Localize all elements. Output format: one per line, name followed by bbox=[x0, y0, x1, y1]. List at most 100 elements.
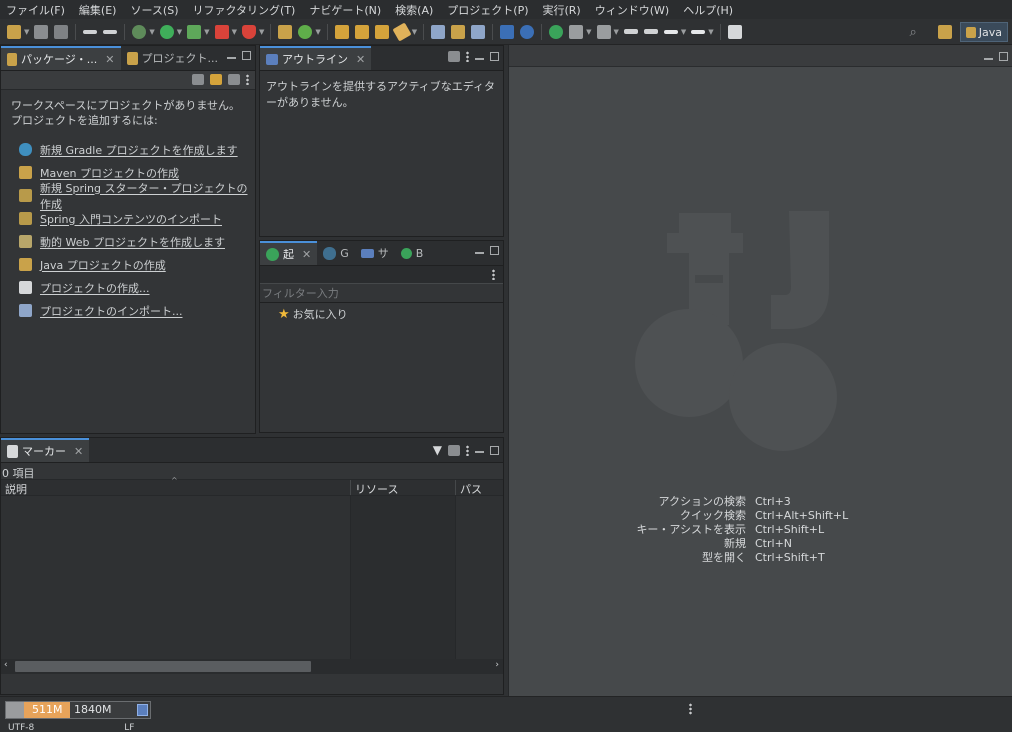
minimize-icon[interactable] bbox=[475, 251, 484, 254]
open-folder-icon[interactable] bbox=[354, 24, 369, 39]
filter-input[interactable]: フィルター入力 bbox=[260, 284, 503, 303]
chevron-down-icon[interactable]: ▼ bbox=[681, 28, 686, 36]
maximize-icon[interactable] bbox=[490, 246, 499, 255]
close-icon[interactable]: ✕ bbox=[74, 445, 83, 458]
chevron-down-icon[interactable]: ▼ bbox=[315, 28, 320, 36]
undo-icon[interactable] bbox=[83, 29, 98, 34]
chevron-down-icon[interactable]: ▼ bbox=[708, 28, 713, 36]
status-handle-icon[interactable] bbox=[689, 703, 692, 715]
open-resource-icon[interactable] bbox=[374, 24, 389, 39]
tab-gradle[interactable]: G bbox=[317, 241, 355, 265]
view-menu-icon[interactable] bbox=[466, 51, 469, 62]
search-file-icon[interactable] bbox=[451, 24, 466, 39]
maximize-icon[interactable] bbox=[490, 52, 499, 61]
open-type-icon[interactable] bbox=[334, 24, 349, 39]
close-icon[interactable]: ✕ bbox=[302, 248, 311, 261]
open-perspective-icon[interactable] bbox=[937, 25, 952, 39]
minimize-icon[interactable] bbox=[475, 451, 484, 453]
link-new-dynamic-web[interactable]: 動的 Web プロジェクトを作成します bbox=[19, 230, 255, 253]
scroll-right-icon[interactable]: › bbox=[495, 660, 499, 670]
new-wizard-icon[interactable] bbox=[7, 24, 21, 39]
menu-source[interactable]: ソース(S) bbox=[123, 2, 185, 18]
pencil-icon[interactable] bbox=[392, 21, 412, 42]
tab-boot[interactable]: B bbox=[395, 241, 430, 265]
view-menu-icon[interactable] bbox=[466, 444, 469, 456]
arrow-right-icon[interactable] bbox=[691, 29, 706, 34]
save-icon[interactable] bbox=[34, 24, 49, 39]
minimize-icon[interactable] bbox=[475, 57, 484, 60]
redo-icon[interactable] bbox=[103, 29, 118, 34]
save-all-icon[interactable] bbox=[54, 24, 69, 39]
chevron-down-icon[interactable]: ▼ bbox=[614, 28, 619, 36]
tab-boot-dashboard[interactable]: 起 ✕ bbox=[260, 241, 318, 265]
task-icon[interactable] bbox=[431, 24, 446, 39]
new-class-icon[interactable] bbox=[298, 24, 313, 39]
menu-navigate[interactable]: ナビゲート(N) bbox=[302, 2, 388, 18]
horizontal-scrollbar[interactable]: ‹ › bbox=[1, 659, 503, 674]
column-resource[interactable]: リソース bbox=[351, 480, 456, 496]
scrollbar-thumb[interactable] bbox=[15, 661, 311, 672]
run-external-icon[interactable] bbox=[187, 24, 202, 39]
arrow-left-icon[interactable] bbox=[663, 29, 678, 34]
menu-edit[interactable]: 編集(E) bbox=[72, 2, 124, 18]
stop-icon[interactable] bbox=[214, 24, 229, 39]
chevron-down-icon[interactable]: ▼ bbox=[232, 28, 237, 36]
chevron-down-icon[interactable]: ▼ bbox=[24, 28, 29, 36]
debug-icon[interactable] bbox=[132, 24, 147, 39]
console-icon[interactable] bbox=[500, 24, 515, 39]
link-import-project[interactable]: プロジェクトのインポート... bbox=[19, 299, 255, 322]
tab-project-explorer[interactable]: プロジェクト... bbox=[121, 46, 225, 70]
gear-icon[interactable] bbox=[520, 24, 535, 39]
link-new-project[interactable]: プロジェクトの作成... bbox=[19, 276, 255, 299]
annotation-icon[interactable] bbox=[569, 24, 584, 39]
column-description[interactable]: 説明 ^ bbox=[1, 476, 351, 496]
trash-icon[interactable] bbox=[137, 704, 148, 716]
link-spring-guides[interactable]: Spring 入門コンテンツのインポート bbox=[19, 207, 255, 230]
chevron-down-icon[interactable]: ▼ bbox=[412, 28, 417, 36]
maximize-icon[interactable] bbox=[999, 52, 1008, 61]
menu-window[interactable]: ウィンドウ(W) bbox=[588, 2, 676, 18]
chevron-down-icon[interactable]: ▼ bbox=[149, 28, 154, 36]
view-menu-icon[interactable] bbox=[246, 74, 249, 85]
view-menu-icon[interactable] bbox=[492, 269, 495, 280]
link-with-editor-icon[interactable] bbox=[210, 74, 222, 85]
link-new-spring-starter[interactable]: 新規 Spring スターター・プロジェクトの作成 bbox=[19, 182, 255, 211]
menu-run[interactable]: 実行(R) bbox=[536, 2, 588, 18]
link-new-gradle[interactable]: 新規 Gradle プロジェクトを作成します bbox=[19, 138, 255, 161]
tab-outline[interactable]: アウトライン ✕ bbox=[260, 46, 372, 70]
tab-markers[interactable]: マーカー ✕ bbox=[1, 438, 90, 462]
run-icon[interactable] bbox=[159, 24, 174, 39]
next-annotation-icon[interactable] bbox=[596, 24, 611, 39]
tab-package-explorer[interactable]: パッケージ・... ✕ bbox=[1, 46, 121, 70]
collapse-all-icon[interactable] bbox=[192, 74, 204, 85]
last-edit-icon[interactable] bbox=[623, 29, 638, 34]
terminal-icon[interactable] bbox=[471, 24, 486, 39]
new-package-icon[interactable] bbox=[278, 24, 293, 39]
column-path[interactable]: パス bbox=[456, 480, 503, 496]
maximize-icon[interactable] bbox=[490, 445, 499, 455]
favorites-item[interactable]: ★ お気に入り bbox=[260, 303, 503, 322]
pin-editor-icon[interactable] bbox=[727, 24, 742, 39]
tab-servers[interactable]: サ bbox=[355, 241, 395, 265]
heap-status[interactable]: 511M 1840M bbox=[5, 701, 151, 719]
filter-icon[interactable] bbox=[448, 51, 460, 62]
link-new-java-project[interactable]: Java プロジェクトの作成 bbox=[19, 253, 255, 276]
minimize-icon[interactable] bbox=[984, 57, 993, 60]
minimize-icon[interactable] bbox=[227, 56, 236, 59]
maximize-icon[interactable] bbox=[242, 51, 251, 60]
chevron-down-icon[interactable]: ▼ bbox=[259, 28, 264, 36]
menu-refactor[interactable]: リファクタリング(T) bbox=[185, 2, 302, 18]
chevron-down-icon[interactable]: ▼ bbox=[177, 28, 182, 36]
filter-icon[interactable]: ▼ bbox=[433, 443, 442, 457]
search-icon[interactable]: ⌕ bbox=[909, 25, 916, 40]
chevron-down-icon[interactable]: ▼ bbox=[586, 28, 591, 36]
perspective-java-button[interactable]: Java bbox=[959, 22, 1008, 42]
focus-icon[interactable] bbox=[448, 444, 460, 456]
chevron-down-icon[interactable]: ▼ bbox=[204, 28, 209, 36]
menu-search[interactable]: 検索(A) bbox=[388, 2, 440, 18]
filter-icon[interactable] bbox=[228, 74, 240, 85]
scroll-left-icon[interactable]: ‹ bbox=[4, 660, 8, 670]
close-icon[interactable]: ✕ bbox=[356, 53, 365, 66]
menu-help[interactable]: ヘルプ(H) bbox=[676, 2, 740, 18]
forward-edit-icon[interactable] bbox=[643, 29, 658, 34]
